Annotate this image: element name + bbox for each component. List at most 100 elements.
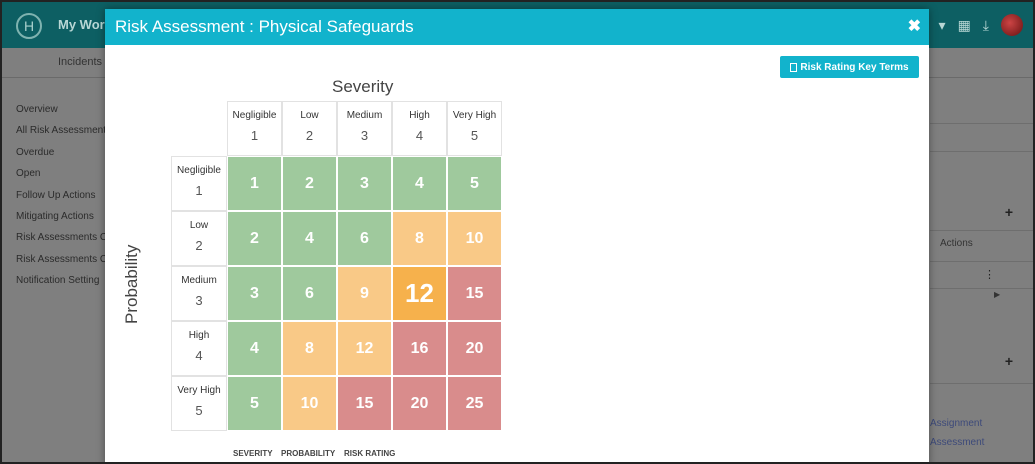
severity-axis-label: Severity — [332, 77, 394, 96]
side-nav-item[interactable]: Open — [16, 168, 107, 189]
actions-column-header: Actions — [940, 238, 973, 249]
risk-cell[interactable]: 5 — [447, 156, 502, 211]
probability-name: Very High — [177, 385, 221, 396]
assignment-link[interactable]: Assignment — [930, 418, 982, 429]
severity-header: Negligible 1 — [227, 101, 282, 156]
probability-header: Negligible 1 — [171, 156, 227, 211]
header-icons: ▾ ▦ ⤓ — [939, 14, 1023, 36]
risk-cell[interactable]: 10 — [447, 211, 502, 266]
severity-name: Very High — [452, 110, 497, 121]
divider — [930, 383, 1033, 384]
severity-header: Very High 5 — [447, 101, 502, 156]
severity-name: Medium — [346, 110, 383, 121]
risk-cell-selected[interactable]: 12 — [392, 266, 447, 321]
download-icon[interactable]: ⤓ — [983, 17, 989, 34]
risk-cell[interactable]: 25 — [447, 376, 502, 431]
divider — [930, 123, 1033, 124]
risk-cell[interactable]: 2 — [282, 156, 337, 211]
side-nav-item[interactable]: Overview — [16, 104, 107, 125]
divider — [930, 151, 1033, 152]
severity-header: Low 2 — [282, 101, 337, 156]
risk-cell[interactable]: 8 — [392, 211, 447, 266]
severity-name: High — [409, 110, 430, 121]
probability-number: 1 — [195, 183, 203, 198]
legend-item: PROBABILITY — [281, 449, 336, 458]
probability-name: Medium — [181, 275, 217, 286]
probability-header: High 4 — [171, 321, 227, 376]
severity-name: Negligible — [232, 110, 277, 121]
side-nav-item[interactable]: Notification Setting — [16, 275, 107, 296]
probability-number: 2 — [195, 238, 203, 253]
risk-cell[interactable]: 3 — [337, 156, 392, 211]
risk-cell[interactable]: 20 — [392, 376, 447, 431]
background-right-panel: + Actions ⋮ ▶ + Assignment Assessment — [930, 78, 1033, 462]
side-nav-item[interactable]: Risk Assessments C — [16, 254, 107, 275]
assessment-link[interactable]: Assessment — [930, 437, 984, 448]
side-nav-item[interactable]: Risk Assessments C — [16, 232, 107, 253]
severity-number: 3 — [360, 128, 369, 143]
severity-number: 2 — [305, 128, 314, 143]
severity-name: Low — [300, 110, 319, 121]
severity-number: 4 — [415, 128, 424, 143]
key-button-label: Risk Rating Key Terms — [800, 61, 909, 73]
risk-rating-key-terms-button[interactable]: Risk Rating Key Terms — [780, 56, 919, 78]
risk-cell[interactable]: 6 — [282, 266, 337, 321]
severity-header: Medium 3 — [337, 101, 392, 156]
risk-cell[interactable]: 4 — [282, 211, 337, 266]
risk-cell[interactable]: 3 — [227, 266, 282, 321]
probability-name: Negligible — [177, 165, 221, 176]
risk-cell[interactable]: 5 — [227, 376, 282, 431]
side-nav-item[interactable]: Mitigating Actions — [16, 211, 107, 232]
risk-cell[interactable]: 4 — [227, 321, 282, 376]
probability-number: 3 — [195, 293, 203, 308]
add-icon[interactable]: + — [1005, 204, 1013, 220]
modal-header: Risk Assessment : Physical Safeguards ✖ — [105, 9, 929, 45]
tab-incidents[interactable]: Incidents — [58, 56, 102, 68]
probability-header: Medium 3 — [171, 266, 227, 321]
risk-cell[interactable]: 15 — [447, 266, 502, 321]
side-nav-item[interactable]: Follow Up Actions — [16, 190, 107, 211]
app-logo[interactable]: H — [16, 13, 42, 39]
risk-cell[interactable]: 1 — [227, 156, 282, 211]
divider — [930, 288, 1033, 289]
risk-cell[interactable]: 20 — [447, 321, 502, 376]
risk-cell[interactable]: 9 — [337, 266, 392, 321]
risk-cell[interactable]: 6 — [337, 211, 392, 266]
risk-cell[interactable]: 12 — [337, 321, 392, 376]
grid-icon[interactable]: ▦ — [958, 17, 971, 34]
probability-name: High — [188, 330, 210, 341]
divider — [930, 230, 1033, 231]
close-icon[interactable]: ✖ — [908, 16, 921, 36]
probability-header: Very High 5 — [171, 376, 227, 431]
severity-number: 1 — [250, 128, 259, 143]
legend-item: SEVERITY — [233, 449, 273, 458]
play-icon[interactable]: ▶ — [994, 290, 1000, 299]
side-nav-item[interactable]: Overdue — [16, 147, 107, 168]
risk-cell[interactable]: 8 — [282, 321, 337, 376]
side-nav: Overview All Risk Assessment Overdue Open Fo… — [16, 104, 107, 297]
probability-name: Low — [189, 220, 209, 231]
risk-cell[interactable]: 10 — [282, 376, 337, 431]
probability-header: Low 2 — [171, 211, 227, 266]
modal-title: Risk Assessment : Physical Safeguards — [115, 17, 414, 36]
divider — [930, 261, 1033, 262]
probability-number: 5 — [195, 403, 203, 418]
side-nav-item[interactable]: All Risk Assessment — [16, 125, 107, 146]
risk-cell[interactable]: 16 — [392, 321, 447, 376]
app-title[interactable]: My Work — [58, 17, 112, 32]
risk-assessment-modal: Risk Assessment : Physical Safeguards ✖ … — [105, 9, 929, 462]
screenshot-frame: H My Work ▾ ▦ ⤓ Incidents Overview All Ri… — [0, 0, 1035, 464]
dropdown-caret-icon[interactable]: ▾ — [939, 17, 946, 34]
add-icon[interactable]: + — [1005, 353, 1013, 369]
severity-header: High 4 — [392, 101, 447, 156]
risk-cell[interactable]: 2 — [227, 211, 282, 266]
avatar[interactable] — [1001, 14, 1023, 36]
risk-cell[interactable]: 15 — [337, 376, 392, 431]
document-icon — [790, 62, 798, 72]
more-options-icon[interactable]: ⋮ — [984, 268, 995, 281]
probability-axis-label: Probability — [122, 244, 141, 324]
legend-item: RISK RATING — [344, 449, 396, 458]
probability-number: 4 — [195, 348, 203, 363]
severity-number: 5 — [470, 128, 479, 143]
risk-cell[interactable]: 4 — [392, 156, 447, 211]
